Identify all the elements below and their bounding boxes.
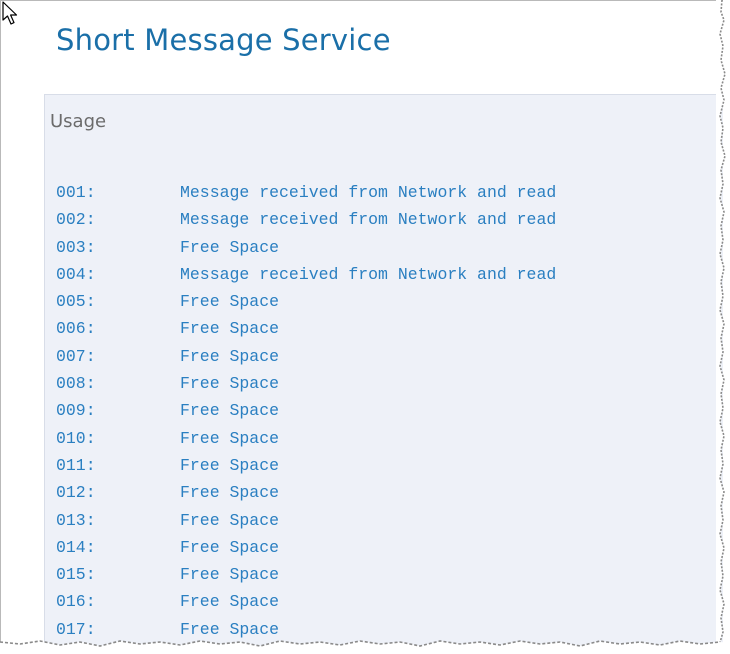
sms-slot-status: Free Space — [180, 401, 280, 421]
sms-slot-row: 005: Free Space — [56, 288, 556, 315]
sms-slot-row: 002: Message received from Network and re… — [56, 206, 556, 233]
sms-slot-status: Free Space — [180, 374, 280, 394]
torn-edge-bottom — [0, 640, 730, 654]
sms-slot-status: Free Space — [180, 510, 280, 530]
sms-slot-status: Message received from Network and read — [180, 183, 557, 202]
sms-slot-row: 015: Free Space — [56, 561, 556, 588]
sms-slot-status: Free Space — [180, 346, 280, 366]
screenshot-frame: Short Message Service Usage 001: Message … — [0, 0, 723, 647]
sms-slot-number: 010: — [56, 428, 96, 448]
sms-slot-row: 016: Free Space — [56, 588, 556, 615]
sms-slot-status: Free Space — [180, 319, 280, 339]
sms-slot-number: 009: — [56, 401, 96, 421]
sms-slot-row: 013: Free Space — [56, 507, 556, 534]
sms-slot-row: 004: Message received from Network and re… — [56, 261, 556, 288]
sms-slot-row: 007: Free Space — [56, 343, 556, 370]
usage-panel: Usage 001: Message received from Network … — [44, 94, 723, 647]
sms-slot-row: 001: Message received from Network and re… — [56, 179, 556, 206]
sms-slot-number: 003: — [56, 237, 96, 257]
sms-slot-number: 006: — [56, 319, 96, 339]
sms-slot-status: Free Space — [180, 455, 280, 475]
usage-heading: Usage — [50, 111, 107, 132]
sms-slot-list: 001: Message received from Network and re… — [56, 179, 556, 643]
sms-slot-status: Free Space — [180, 292, 280, 312]
sms-slot-number: 004: — [56, 264, 96, 284]
sms-slot-row: 008: Free Space — [56, 370, 556, 397]
sms-slot-number: 016: — [56, 592, 96, 612]
sms-slot-status: Free Space — [180, 237, 280, 257]
torn-edge-right — [716, 0, 726, 654]
sms-slot-number: 007: — [56, 346, 96, 366]
sms-slot-status: Free Space — [180, 565, 280, 585]
sms-slot-row: 012: Free Space — [56, 479, 556, 506]
sms-slot-row: 010: Free Space — [56, 425, 556, 452]
sms-slot-status: Free Space — [180, 592, 280, 612]
sms-slot-row: 014: Free Space — [56, 534, 556, 561]
sms-slot-number: 011: — [56, 455, 96, 475]
sms-slot-status: Free Space — [180, 428, 280, 448]
sms-slot-number: 002: — [56, 210, 96, 230]
sms-slot-number: 005: — [56, 292, 96, 312]
sms-slot-row: 009: Free Space — [56, 397, 556, 424]
page-title: Short Message Service — [56, 23, 391, 57]
sms-slot-status: Free Space — [180, 483, 280, 503]
sms-slot-status: Message received from Network and read — [180, 264, 557, 284]
sms-slot-status: Free Space — [180, 537, 280, 557]
sms-slot-number: 008: — [56, 374, 96, 394]
mouse-pointer-icon — [2, 1, 18, 25]
sms-slot-number: 013: — [56, 510, 96, 530]
sms-slot-row: 011: Free Space — [56, 452, 556, 479]
sms-slot-number: 012: — [56, 483, 96, 503]
sms-slot-number: 015: — [56, 565, 96, 585]
sms-slot-number: 001: — [56, 183, 96, 202]
sms-slot-row: 003: Free Space — [56, 234, 556, 261]
sms-slot-row: 006: Free Space — [56, 315, 556, 342]
sms-slot-status: Message received from Network and read — [180, 210, 557, 230]
sms-slot-number: 014: — [56, 537, 96, 557]
sms-slot-status: Free Space — [180, 619, 280, 639]
